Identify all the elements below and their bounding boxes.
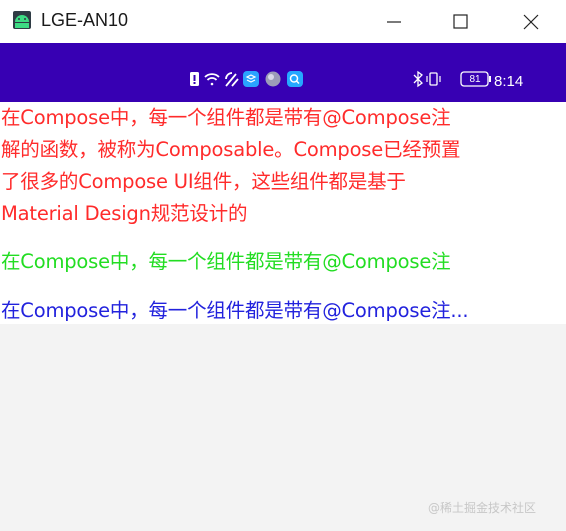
minimize-icon — [387, 21, 401, 23]
blue-text-ellipsis: 在Compose中，每一个组件都是带有@Compose注... — [1, 299, 469, 322]
message-icon — [287, 71, 303, 87]
bluetooth-icon — [413, 70, 423, 88]
window-titlebar: LGE-AN10 — [0, 0, 566, 43]
notification-icon — [190, 72, 199, 86]
window-title: LGE-AN10 — [41, 10, 129, 30]
compose-content: 在Compose中，每一个组件都是带有@Compose注 解的函数，被称为Com… — [0, 102, 566, 324]
close-button[interactable] — [507, 0, 553, 43]
green-text-single-line: 在Compose中，每一个组件都是带有@Compose注 — [1, 250, 451, 273]
minimize-button[interactable] — [371, 0, 417, 43]
status-left-icons — [190, 71, 303, 87]
vibrate-icon — [426, 72, 441, 86]
red-text-line: 解的函数，被称为Composable。Compose已经预置 — [1, 138, 461, 161]
dot-icon — [265, 71, 281, 87]
red-text-line: 了很多的Compose UI组件，这些组件都是基于 — [1, 170, 406, 193]
battery-level: 81 — [469, 74, 481, 85]
app-icon — [243, 71, 259, 87]
maximize-icon — [453, 14, 468, 29]
status-clock: 8:14 — [494, 73, 524, 90]
red-text-line: 在Compose中，每一个组件都是带有@Compose注 — [1, 106, 451, 129]
android-app-icon — [13, 11, 31, 29]
maximize-button[interactable] — [437, 0, 483, 43]
close-icon — [523, 14, 539, 30]
watermark-text: @稀土掘金技术社区 — [428, 501, 537, 515]
status-bar: 81 8:14 — [0, 43, 566, 102]
red-text-multiline: 在Compose中，每一个组件都是带有@Compose注 解的函数，被称为Com… — [1, 102, 561, 230]
signal-icon — [225, 72, 239, 87]
red-text-line: Material Design规范设计的 — [1, 202, 248, 225]
wifi-icon — [204, 73, 220, 86]
